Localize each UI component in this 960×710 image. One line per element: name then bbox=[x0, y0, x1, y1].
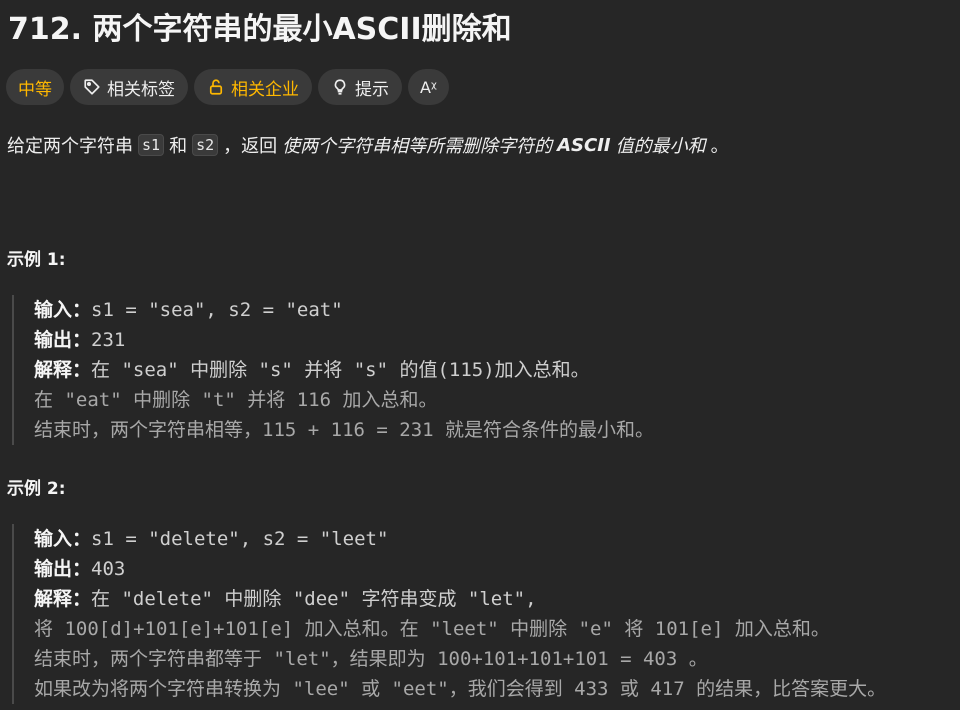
example-2-explain: 解释：在 "delete" 中删除 "dee" 字符串变成 "let", bbox=[34, 588, 537, 610]
example-1-output: 输出：231 bbox=[34, 329, 126, 351]
problem-description: 给定两个字符串 s1 和 s2 ，返回 使两个字符串相等所需删除字符的 ASCI… bbox=[7, 132, 729, 158]
lock-icon bbox=[209, 79, 223, 95]
example-2-output: 输出：403 bbox=[34, 558, 126, 580]
example-1-explain-line: 结束时，两个字符串相等，115 + 116 = 231 就是符合条件的最小和。 bbox=[34, 419, 655, 441]
related-companies-label: 相关企业 bbox=[231, 79, 299, 100]
example-1-title: 示例 1: bbox=[7, 250, 66, 270]
translate-button[interactable]: Aᵡ bbox=[408, 69, 449, 105]
inline-code-s1: s1 bbox=[138, 134, 165, 156]
tag-bar: 中等 相关标签 相关企业 提示 Aᵡ bbox=[6, 69, 449, 105]
example-2-explain-line: 如果改为将两个字符串转换为 "lee" 或 "eet"，我们会得到 433 或 … bbox=[34, 678, 887, 700]
example-1-explain-line: 在 "eat" 中删除 "t" 并将 116 加入总和。 bbox=[34, 389, 438, 411]
related-tags-label: 相关标签 bbox=[107, 79, 175, 100]
translate-icon: Aᵡ bbox=[420, 77, 437, 97]
emphasis-text: 使两个字符串相等所需删除字符的 bbox=[282, 136, 553, 157]
example-2-block: 输入：s1 = "delete", s2 = "leet" 输出：403 解释：… bbox=[12, 524, 960, 704]
inline-code-s2: s2 bbox=[192, 134, 219, 156]
ascii-strong: ASCII bbox=[557, 134, 611, 156]
lightbulb-icon bbox=[334, 79, 346, 95]
related-tags-button[interactable]: 相关标签 bbox=[70, 69, 188, 105]
example-1-input: 输入：s1 = "sea", s2 = "eat" bbox=[34, 299, 343, 321]
hint-label: 提示 bbox=[355, 79, 389, 100]
example-1-block: 输入：s1 = "sea", s2 = "eat" 输出：231 解释：在 "s… bbox=[12, 295, 960, 445]
example-2-title: 示例 2: bbox=[7, 479, 66, 499]
example-2-explain-line: 结束时，两个字符串都等于 "let"，结果即为 100+101+101+101 … bbox=[34, 648, 708, 670]
tag-icon bbox=[84, 79, 100, 95]
page-title: 712. 两个字符串的最小ASCII删除和 bbox=[8, 12, 512, 47]
hint-button[interactable]: 提示 bbox=[318, 69, 402, 105]
difficulty-label: 中等 bbox=[18, 79, 52, 100]
related-companies-button[interactable]: 相关企业 bbox=[194, 69, 312, 105]
example-2-input: 输入：s1 = "delete", s2 = "leet" bbox=[34, 528, 389, 550]
difficulty-badge[interactable]: 中等 bbox=[6, 69, 64, 105]
example-1-explain: 解释：在 "sea" 中删除 "s" 并将 "s" 的值(115)加入总和。 bbox=[34, 359, 590, 381]
example-2-explain-line: 将 100[d]+101[e]+101[e] 加入总和。在 "leet" 中删除… bbox=[34, 618, 830, 640]
